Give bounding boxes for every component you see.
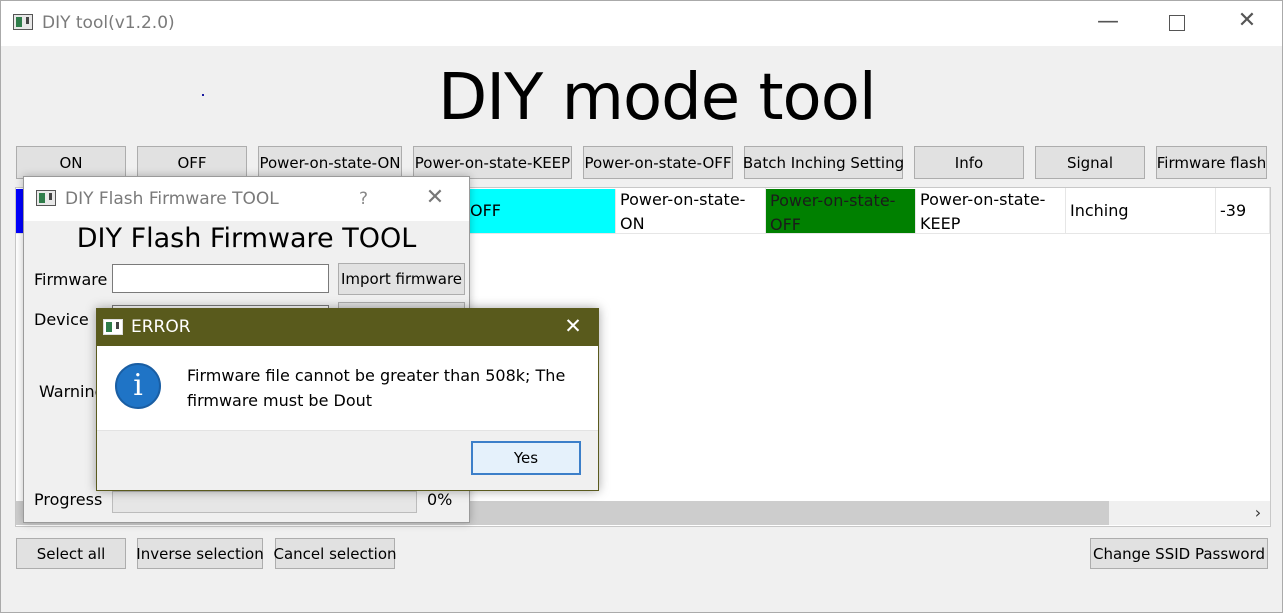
app-icon bbox=[13, 14, 33, 30]
dot-artifact bbox=[202, 94, 204, 96]
yes-button[interactable]: Yes bbox=[471, 441, 581, 475]
power-on-state-off-button[interactable]: Power-on-state-OFF bbox=[583, 146, 733, 179]
flash-dialog-heading: DIY Flash Firmware TOOL bbox=[76, 223, 417, 254]
scroll-right-icon[interactable]: › bbox=[1246, 501, 1270, 525]
off-button[interactable]: OFF bbox=[137, 146, 247, 179]
inverse-selection-button[interactable]: Inverse selection bbox=[136, 538, 264, 569]
minimize-icon[interactable]: — bbox=[1091, 9, 1125, 34]
error-dialog-title-bar: ERROR ✕ bbox=[97, 309, 598, 346]
power-on-state-keep-button[interactable]: Power-on-state-KEEP bbox=[413, 146, 572, 179]
firmware-flash-button[interactable]: Firmware flash bbox=[1156, 146, 1267, 179]
inching-cell: Inching bbox=[1066, 188, 1216, 234]
info-button[interactable]: Info bbox=[914, 146, 1024, 179]
power-on-state-on-button[interactable]: Power-on-state-ON bbox=[258, 146, 402, 179]
progress-value: 0% bbox=[427, 490, 453, 509]
change-ssid-password-button[interactable]: Change SSID Password bbox=[1090, 538, 1268, 569]
import-firmware-button[interactable]: Import firmware bbox=[338, 263, 465, 295]
error-message: Firmware file cannot be greater than 508… bbox=[187, 363, 565, 413]
state-cell: OFF bbox=[466, 189, 616, 233]
help-icon[interactable]: ? bbox=[359, 189, 368, 209]
power-on-state-keep-cell: Power-on-state-KEEP bbox=[916, 188, 1066, 234]
error-message-line-2: firmware must be Dout bbox=[187, 391, 373, 410]
device-label: Device bbox=[34, 310, 89, 329]
select-all-button[interactable]: Select all bbox=[16, 538, 126, 569]
firmware-label: Firmware bbox=[34, 270, 108, 289]
flash-dialog-title-bar: DIY Flash Firmware TOOL ? ✕ bbox=[24, 177, 469, 221]
maximize-icon[interactable] bbox=[1169, 15, 1185, 31]
close-icon[interactable]: ✕ bbox=[418, 185, 452, 210]
info-icon: i bbox=[115, 363, 161, 409]
app-icon bbox=[36, 190, 56, 206]
title-bar: DIY tool(v1.2.0) — ✕ bbox=[1, 1, 1282, 46]
progress-bar bbox=[112, 491, 417, 513]
on-button[interactable]: ON bbox=[16, 146, 126, 179]
flash-dialog-title: DIY Flash Firmware TOOL bbox=[65, 189, 279, 209]
error-message-line-1: Firmware file cannot be greater than 508… bbox=[187, 366, 566, 385]
batch-inching-button[interactable]: Batch Inching Setting bbox=[743, 146, 904, 179]
warning-label: Warning bbox=[39, 382, 105, 401]
power-on-state-on-cell: Power-on-state-ON bbox=[616, 188, 766, 234]
cancel-selection-button[interactable]: Cancel selection bbox=[274, 538, 397, 569]
error-dialog-footer: Yes bbox=[97, 430, 598, 490]
firmware-input[interactable] bbox=[112, 264, 329, 293]
progress-label: Progress bbox=[34, 490, 103, 509]
page-title: DIY mode tool bbox=[438, 61, 877, 135]
window-title: DIY tool(v1.2.0) bbox=[42, 13, 175, 33]
error-dialog: ERROR ✕ i Firmware file cannot be greate… bbox=[96, 308, 599, 491]
error-dialog-title: ERROR bbox=[131, 317, 191, 337]
close-icon[interactable]: ✕ bbox=[559, 314, 587, 338]
close-icon[interactable]: ✕ bbox=[1229, 8, 1265, 33]
power-on-state-off-cell: Power-on-state-OFF bbox=[766, 189, 916, 233]
signal-cell: -39 bbox=[1216, 188, 1270, 234]
app-icon bbox=[103, 319, 123, 335]
signal-button[interactable]: Signal bbox=[1035, 146, 1145, 179]
